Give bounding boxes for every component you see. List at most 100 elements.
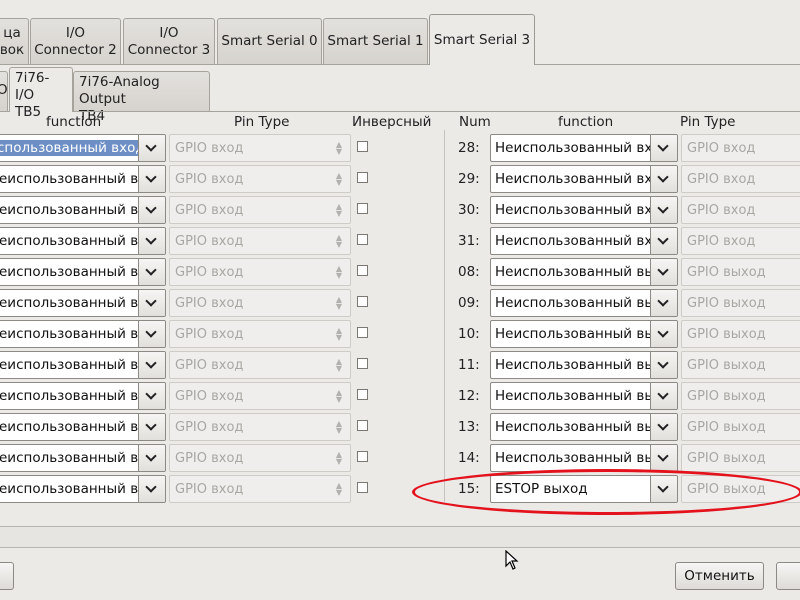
function-select[interactable]: еиспользованный вх [0,382,166,410]
dropdown-button[interactable] [138,445,165,471]
chevron-down-icon [145,264,157,276]
pin-type-select: GPIO выход▲▼ [681,413,800,441]
function-select[interactable]: спользованный вход [0,134,166,162]
function-select[interactable]: Неиспользованный вь [490,413,678,441]
function-select[interactable]: Неиспользованный вх [490,227,678,255]
pin-type-value: GPIO выход [687,327,766,342]
pin-type-select: GPIO вход▲▼ [169,413,351,441]
function-select[interactable]: еиспользованный вх [0,475,166,503]
bottom-left-button[interactable] [0,562,14,590]
tab-smart-serial-1[interactable]: Smart Serial 1 [323,18,428,64]
dropdown-button[interactable] [138,197,165,223]
tab-smart-serial-0[interactable]: Smart Serial 0 [217,18,322,64]
function-select[interactable]: Неиспользованный вь [490,289,678,317]
function-select-estop[interactable]: ESTOP выход [490,475,678,503]
dropdown-button[interactable] [650,352,677,378]
tab-label: O [0,82,8,98]
pin-type-select: GPIO выход▲▼ [681,382,800,410]
pin-type-select: GPIO вход▲▼ [681,134,800,162]
dropdown-button[interactable] [650,445,677,471]
function-select[interactable]: еиспользованный вх [0,227,166,255]
dropdown-button[interactable] [650,197,677,223]
pin-type-select: GPIO вход▲▼ [169,134,351,162]
pin-number: 15: [458,481,480,497]
spinner-arrows-icon: ▲ ▼ [335,450,343,466]
function-value: еиспользованный вх [0,202,147,218]
dropdown-button[interactable] [650,135,677,161]
function-select[interactable]: Неиспользованный вх [490,165,678,193]
inverse-checkbox[interactable] [357,482,368,493]
dropdown-button[interactable] [138,321,165,347]
function-select[interactable]: Неиспользованный вь [490,320,678,348]
pin-type-select: GPIO вход▲▼ [169,227,351,255]
pin-number: 10: [458,326,480,342]
dropdown-button[interactable] [650,476,677,502]
pin-number: 14: [458,450,480,466]
inverse-checkbox[interactable] [357,327,368,338]
function-select[interactable]: Неиспользованный вь [490,258,678,286]
function-select[interactable]: еиспользованный вх [0,351,166,379]
pin-type-value: GPIO вход [175,389,244,404]
dropdown-button[interactable] [138,414,165,440]
dropdown-button[interactable] [650,321,677,347]
function-select[interactable]: еиспользованный вх [0,289,166,317]
function-select[interactable]: Неиспользованный вь [490,351,678,379]
pin-type-select: GPIO выход▲▼ [681,258,800,286]
subtab-7i76-analog-output-tb4[interactable]: 7i76-Analog Output TB4 [73,71,210,124]
dropdown-button[interactable] [138,476,165,502]
inverse-checkbox[interactable] [357,234,368,245]
dropdown-button[interactable] [650,259,677,285]
dropdown-button[interactable] [650,290,677,316]
function-select[interactable]: Неиспользованный вх [490,134,678,162]
function-select[interactable]: еиспользованный вх [0,444,166,472]
dropdown-button[interactable] [138,352,165,378]
inverse-checkbox[interactable] [357,389,368,400]
dropdown-button[interactable] [650,228,677,254]
inverse-checkbox[interactable] [357,451,368,462]
dropdown-button[interactable] [138,166,165,192]
pin-number: 09: [458,295,480,311]
dropdown-button[interactable] [138,259,165,285]
bottom-right-button[interactable] [776,562,800,590]
tab-smart-serial-3[interactable]: Smart Serial 3 [429,14,535,65]
tab-label: I/O [65,24,86,41]
inverse-checkbox[interactable] [357,420,368,431]
dropdown-button[interactable] [650,414,677,440]
function-select[interactable]: еиспользованный вх [0,258,166,286]
cancel-button[interactable]: Отменить [675,562,764,590]
subtab-partial-left[interactable]: O [0,71,8,111]
function-select[interactable]: еиспользованный вх [0,413,166,441]
dropdown-button[interactable] [138,135,165,161]
inverse-checkbox[interactable] [357,141,368,152]
dropdown-button[interactable] [650,166,677,192]
inverse-checkbox[interactable] [357,358,368,369]
chevron-down-icon [657,171,669,183]
pin-type-value: GPIO вход [687,141,756,156]
function-select[interactable]: еиспользованный вх [0,320,166,348]
function-select[interactable]: еиспользованный вх [0,196,166,224]
function-value: еиспользованный вх [0,264,147,280]
tab-io-connector-3[interactable]: I/O Connector 3 [123,18,215,64]
inverse-checkbox[interactable] [357,265,368,276]
tab-label: I/O [159,24,179,41]
function-select[interactable]: еиспользованный вх [0,165,166,193]
header-num: Num [459,114,491,130]
inverse-checkbox[interactable] [357,172,368,183]
tab-io-connector-2[interactable]: I/O Connector 2 [30,18,121,64]
dropdown-button[interactable] [138,290,165,316]
pin-type-value: GPIO вход [687,172,756,187]
function-value: Неиспользованный вь [495,419,653,435]
subtab-7i76-io-tb5[interactable]: 7i76-I/O TB5 [9,67,73,120]
pin-number: 13: [458,419,480,435]
tab-partial-left[interactable]: ца вок [0,18,29,64]
function-select[interactable]: Неиспользованный вх [490,196,678,224]
inverse-checkbox[interactable] [357,296,368,307]
function-select[interactable]: Неиспользованный вь [490,444,678,472]
inverse-checkbox[interactable] [357,203,368,214]
dropdown-button[interactable] [138,383,165,409]
function-select[interactable]: Неиспользованный вь [490,382,678,410]
dropdown-button[interactable] [650,383,677,409]
cancel-button-label: Отменить [684,568,755,584]
dropdown-button[interactable] [138,228,165,254]
function-value: Неиспользованный вь [495,326,653,342]
